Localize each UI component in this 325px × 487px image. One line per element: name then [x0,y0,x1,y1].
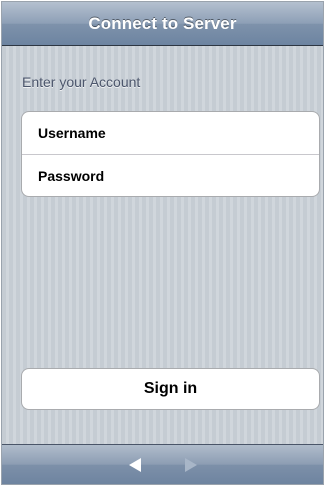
username-field[interactable]: Username [22,112,319,154]
triangle-right-icon [184,457,197,472]
section-header: Enter your Account [22,74,141,90]
app-window: Connect to Server Enter your Account Use… [1,1,324,485]
sign-in-button[interactable]: Sign in [21,368,320,410]
triangle-left-icon [128,457,141,472]
forward-button[interactable] [180,454,202,476]
password-field[interactable]: Password [22,154,319,196]
back-button[interactable] [124,454,146,476]
username-label: Username [38,125,106,141]
bottom-toolbar [2,444,323,484]
page-title: Connect to Server [88,13,237,33]
password-label: Password [38,167,105,184]
sign-in-label: Sign in [143,380,198,397]
navigation-bar: Connect to Server [2,2,323,46]
account-form-group: Username Password [21,111,320,197]
